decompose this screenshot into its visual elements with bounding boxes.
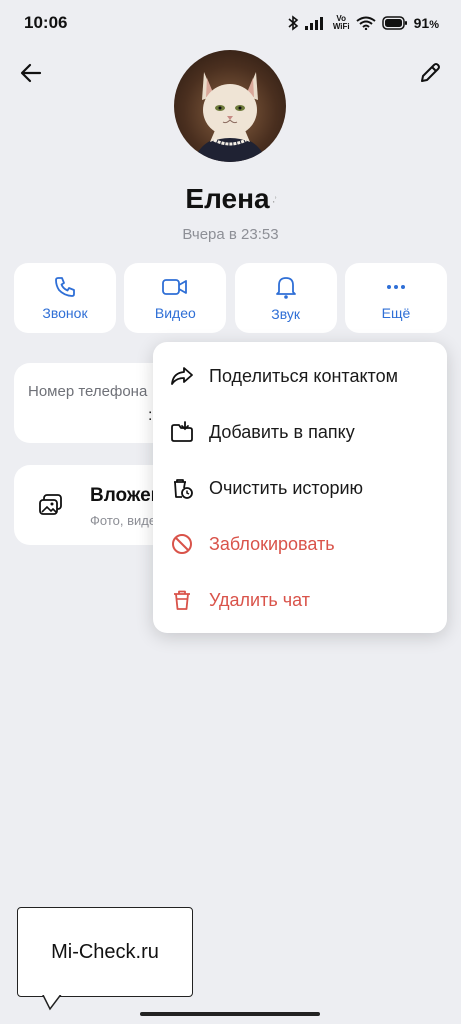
pencil-icon xyxy=(421,63,440,82)
edit-button[interactable] xyxy=(413,56,447,90)
contact-name-text: Елена xyxy=(185,183,270,214)
signal-icon xyxy=(304,16,327,30)
last-seen: Вчера в 23:53 xyxy=(182,226,279,243)
more-icon xyxy=(386,285,405,289)
menu-item-label: Удалить чат xyxy=(209,589,310,610)
phone-number-label: Номер телефона xyxy=(28,383,148,400)
battery-percent: 91% xyxy=(414,15,439,31)
menu-item-block[interactable]: Заблокировать xyxy=(153,516,447,572)
cat-avatar-image xyxy=(194,72,266,162)
home-indicator[interactable] xyxy=(140,1012,320,1016)
add-folder-icon xyxy=(169,419,195,445)
call-button[interactable]: Звонок xyxy=(14,263,116,333)
more-button[interactable]: Ещё xyxy=(344,263,447,333)
clear-history-icon xyxy=(169,475,195,501)
menu-item-label: Очистить историю xyxy=(209,477,364,498)
bluetooth-icon xyxy=(287,15,299,31)
wifi-icon xyxy=(356,16,376,30)
battery-value: 91 xyxy=(413,15,430,31)
share-icon xyxy=(169,363,195,389)
status-time: 10:06 xyxy=(24,13,68,32)
phone-icon xyxy=(55,277,75,297)
trash-icon xyxy=(169,587,195,613)
gallery-icon xyxy=(38,493,64,522)
menu-item-label: Добавить в папку xyxy=(209,421,355,442)
video-button-label: Видео xyxy=(154,305,196,321)
action-buttons: Звонок Видео Звук Ещё xyxy=(14,263,447,333)
video-icon xyxy=(162,279,188,295)
menu-item-share-contact[interactable]: Поделиться контактом xyxy=(153,348,447,404)
menu-item-add-to-folder[interactable]: Добавить в папку xyxy=(153,404,447,460)
arrow-left-icon xyxy=(20,63,42,83)
context-menu: Поделиться контактом Добавить в папку Оч… xyxy=(153,342,447,633)
menu-item-label: Поделиться контактом xyxy=(209,365,398,386)
sound-button-label: Звук xyxy=(271,306,301,322)
bell-icon xyxy=(275,277,296,299)
volte-indicator: Vo WiFi xyxy=(333,15,350,31)
block-icon xyxy=(169,531,195,557)
sound-button[interactable]: Звук xyxy=(234,263,337,333)
battery-unit: % xyxy=(429,19,439,31)
video-button[interactable]: Видео xyxy=(124,263,227,333)
phone-number-value: : xyxy=(148,407,153,424)
contact-name-suffix: ·͗ xyxy=(271,193,276,208)
watermark-tail xyxy=(40,993,66,1011)
watermark: Mi-Check.ru xyxy=(17,907,193,997)
menu-item-label: Заблокировать xyxy=(209,533,335,554)
avatar[interactable] xyxy=(174,50,286,162)
menu-item-clear-history[interactable]: Очистить историю xyxy=(153,460,447,516)
call-button-label: Звонок xyxy=(42,305,88,321)
volte-bottom-label: WiFi xyxy=(332,22,350,31)
menu-item-delete-chat[interactable]: Удалить чат xyxy=(153,572,447,628)
status-bar: 10:06 Vo WiFi 91% xyxy=(0,0,461,46)
contact-name: Елена ·͗ xyxy=(0,183,461,215)
battery-icon xyxy=(381,16,408,30)
back-button[interactable] xyxy=(14,56,48,90)
more-button-label: Ещё xyxy=(381,305,411,321)
status-icons: Vo WiFi 91% xyxy=(287,15,439,31)
